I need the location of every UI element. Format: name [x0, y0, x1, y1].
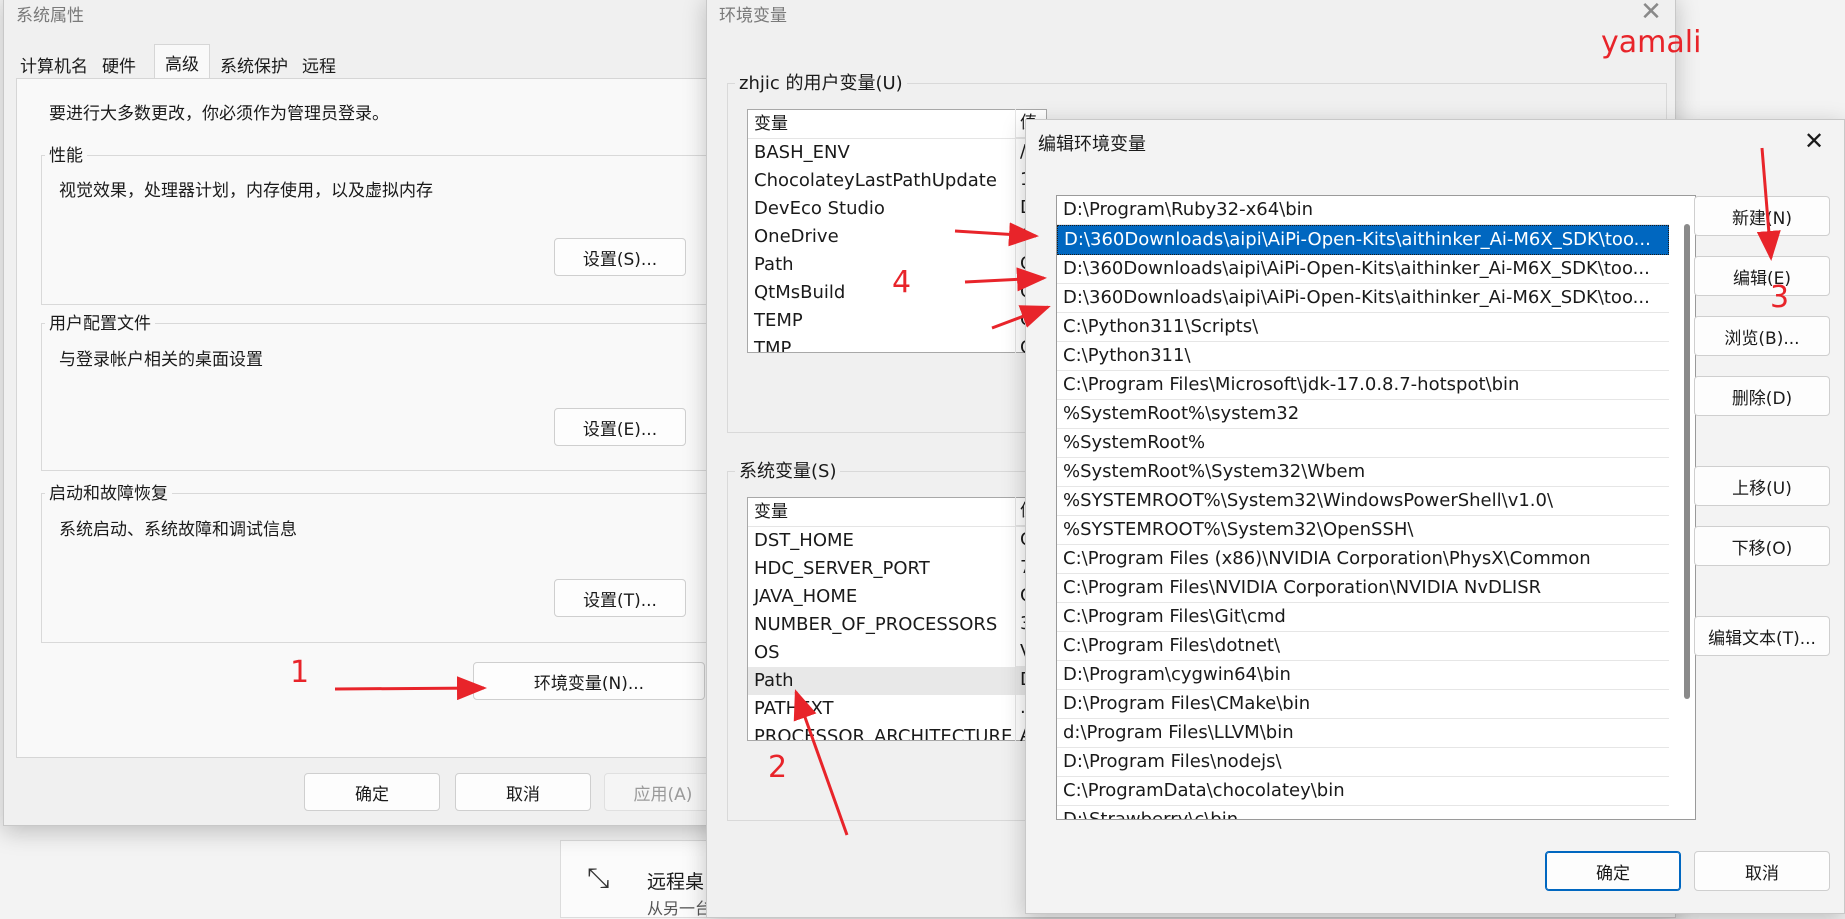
path-item[interactable]: C:\Python311\ — [1057, 342, 1669, 371]
ok-button[interactable]: 确定 — [1545, 851, 1681, 891]
path-item[interactable]: D:\Strawberry\c\bin — [1057, 806, 1669, 819]
path-item[interactable]: C:\Program Files\NVIDIA Corporation\NVID… — [1057, 574, 1669, 603]
list-item[interactable]: DST_HOME — [748, 527, 1046, 555]
list-item[interactable]: OneDrive — [748, 223, 1046, 251]
path-item[interactable]: %SystemRoot%\system32 — [1057, 400, 1669, 429]
path-item[interactable]: %SystemRoot% — [1057, 429, 1669, 458]
path-item[interactable]: C:\Program Files\Microsoft\jdk-17.0.8.7-… — [1057, 371, 1669, 400]
path-item[interactable]: C:\Program Files\Git\cmd — [1057, 603, 1669, 632]
path-item[interactable]: D:\Program Files\nodejs\ — [1057, 748, 1669, 777]
remote-title: 远程桌 — [647, 871, 705, 893]
performance-settings-button[interactable]: 设置(S)... — [554, 238, 686, 276]
step-number-4: 4 — [892, 265, 912, 300]
path-item-selected[interactable]: D:\360Downloads\aipi\AiPi-Open-Kits\aith… — [1057, 225, 1669, 255]
step-number-1: 1 — [290, 655, 310, 690]
tab-system-protection[interactable]: 系统保护 — [216, 49, 292, 79]
tab-bar: 计算机名 硬件 高级 系统保护 远程 — [16, 44, 340, 79]
remote-desktop-icon: ⤡ — [587, 861, 610, 894]
list-item[interactable]: DevEco Studio — [748, 195, 1046, 223]
path-item[interactable]: C:\Python311\Scripts\ — [1057, 313, 1669, 342]
list-item[interactable]: JAVA_HOME — [748, 583, 1046, 611]
window-title: 环境变量 — [719, 6, 787, 26]
user-variable-header[interactable]: 变量 — [748, 110, 1046, 139]
edit-environment-variable-window: 编辑环境变量 ✕ D:\Program\Ruby32-x64\bin D:\36… — [1025, 119, 1845, 914]
cancel-button[interactable]: 取消 — [1694, 851, 1830, 891]
user-profile-label: 用户配置文件 — [45, 309, 155, 334]
list-item[interactable]: HDC_SERVER_PORT — [748, 555, 1046, 583]
path-item[interactable]: D:\360Downloads\aipi\AiPi-Open-Kits\aith… — [1057, 284, 1669, 313]
path-item[interactable]: C:\Program Files (x86)\NVIDIA Corporatio… — [1057, 545, 1669, 574]
admin-note: 要进行大多数更改，你必须作为管理员登录。 — [49, 104, 389, 124]
list-item[interactable]: BASH_ENV — [748, 139, 1046, 167]
user-variables-label: zhjic 的用户变量(U) — [735, 69, 907, 95]
list-item[interactable]: Path — [748, 667, 1046, 695]
tab-computer-name[interactable]: 计算机名 — [16, 49, 92, 79]
path-item[interactable]: %SYSTEMROOT%\System32\WindowsPowerShell\… — [1057, 487, 1669, 516]
path-item[interactable]: D:\Program Files\CMake\bin — [1057, 690, 1669, 719]
path-item[interactable]: C:\ProgramData\chocolatey\bin — [1057, 777, 1669, 806]
move-up-button[interactable]: 上移(U) — [1694, 466, 1830, 506]
path-list[interactable]: D:\Program\Ruby32-x64\bin D:\360Download… — [1056, 195, 1696, 820]
browse-button[interactable]: 浏览(B)... — [1694, 316, 1830, 356]
edit-text-button[interactable]: 编辑文本(T)... — [1694, 616, 1830, 656]
system-variables-label: 系统变量(S) — [735, 457, 841, 483]
path-item[interactable]: D:\Program\cygwin64\bin — [1057, 661, 1669, 690]
path-list-scrollbar[interactable] — [1684, 224, 1690, 699]
performance-desc: 视觉效果，处理器计划，内存使用，以及虚拟内存 — [59, 181, 433, 201]
path-item[interactable]: D:\Program\Ruby32-x64\bin — [1057, 196, 1669, 225]
startup-recovery-label: 启动和故障恢复 — [45, 479, 172, 504]
apply-button[interactable]: 应用(A) — [604, 773, 722, 811]
ok-button[interactable]: 确定 — [304, 773, 440, 811]
path-item[interactable]: %SYSTEMROOT%\System32\OpenSSH\ — [1057, 516, 1669, 545]
remote-subtitle: 从另一台 — [647, 899, 712, 918]
user-profile-settings-button[interactable]: 设置(E)... — [554, 408, 686, 446]
move-down-button[interactable]: 下移(O) — [1694, 526, 1830, 566]
list-item[interactable]: OS — [748, 639, 1046, 667]
tab-hardware[interactable]: 硬件 — [98, 49, 140, 79]
system-variable-header[interactable]: 变量 — [748, 498, 1046, 527]
cancel-button[interactable]: 取消 — [455, 773, 591, 811]
performance-label: 性能 — [45, 141, 87, 166]
list-item[interactable]: NUMBER_OF_PROCESSORS — [748, 611, 1046, 639]
path-item[interactable]: C:\Program Files\dotnet\ — [1057, 632, 1669, 661]
startup-recovery-settings-button[interactable]: 设置(T)... — [554, 579, 686, 617]
path-item[interactable]: d:\Program Files\LLVM\bin — [1057, 719, 1669, 748]
window-title: 编辑环境变量 — [1038, 134, 1146, 155]
window-title: 系统属性 — [16, 6, 84, 26]
list-item[interactable]: TEMP — [748, 307, 1046, 335]
tab-page-advanced: 要进行大多数更改，你必须作为管理员登录。 性能 视觉效果，处理器计划，内存使用，… — [16, 78, 718, 758]
system-properties-window: 系统属性 计算机名 硬件 高级 系统保护 远程 要进行大多数更改，你必须作为管理… — [3, 0, 723, 826]
new-button[interactable]: 新建(N) — [1694, 196, 1830, 236]
environment-variables-button[interactable]: 环境变量(N)... — [473, 662, 705, 700]
list-item[interactable]: PATHEXT — [748, 695, 1046, 723]
tab-advanced[interactable]: 高级 — [154, 44, 210, 79]
list-item[interactable]: TMP — [748, 335, 1046, 352]
edit-button[interactable]: 编辑(E) — [1694, 256, 1830, 296]
path-item[interactable]: D:\360Downloads\aipi\AiPi-Open-Kits\aith… — [1057, 255, 1669, 284]
tab-remote[interactable]: 远程 — [298, 49, 340, 79]
list-item[interactable]: ChocolateyLastPathUpdate — [748, 167, 1046, 195]
step-number-3: 3 — [1770, 280, 1790, 315]
step-number-2: 2 — [768, 750, 788, 785]
user-profile-desc: 与登录帐户相关的桌面设置 — [59, 350, 263, 370]
delete-button[interactable]: 删除(D) — [1694, 376, 1830, 416]
yamali-watermark: yamali — [1601, 25, 1702, 60]
path-item[interactable]: %SystemRoot%\System32\Wbem — [1057, 458, 1669, 487]
startup-recovery-desc: 系统启动、系统故障和调试信息 — [59, 520, 297, 540]
path-rows: D:\Program\Ruby32-x64\bin D:\360Download… — [1057, 196, 1669, 819]
system-variables-list[interactable]: 变量 DST_HOME HDC_SERVER_PORT JAVA_HOME NU… — [747, 497, 1047, 741]
list-item[interactable]: PROCESSOR_ARCHITECTURE — [748, 723, 1046, 740]
close-icon[interactable]: ✕ — [1794, 124, 1834, 158]
user-variables-list[interactable]: 变量 BASH_ENV ChocolateyLastPathUpdate Dev… — [747, 109, 1047, 353]
